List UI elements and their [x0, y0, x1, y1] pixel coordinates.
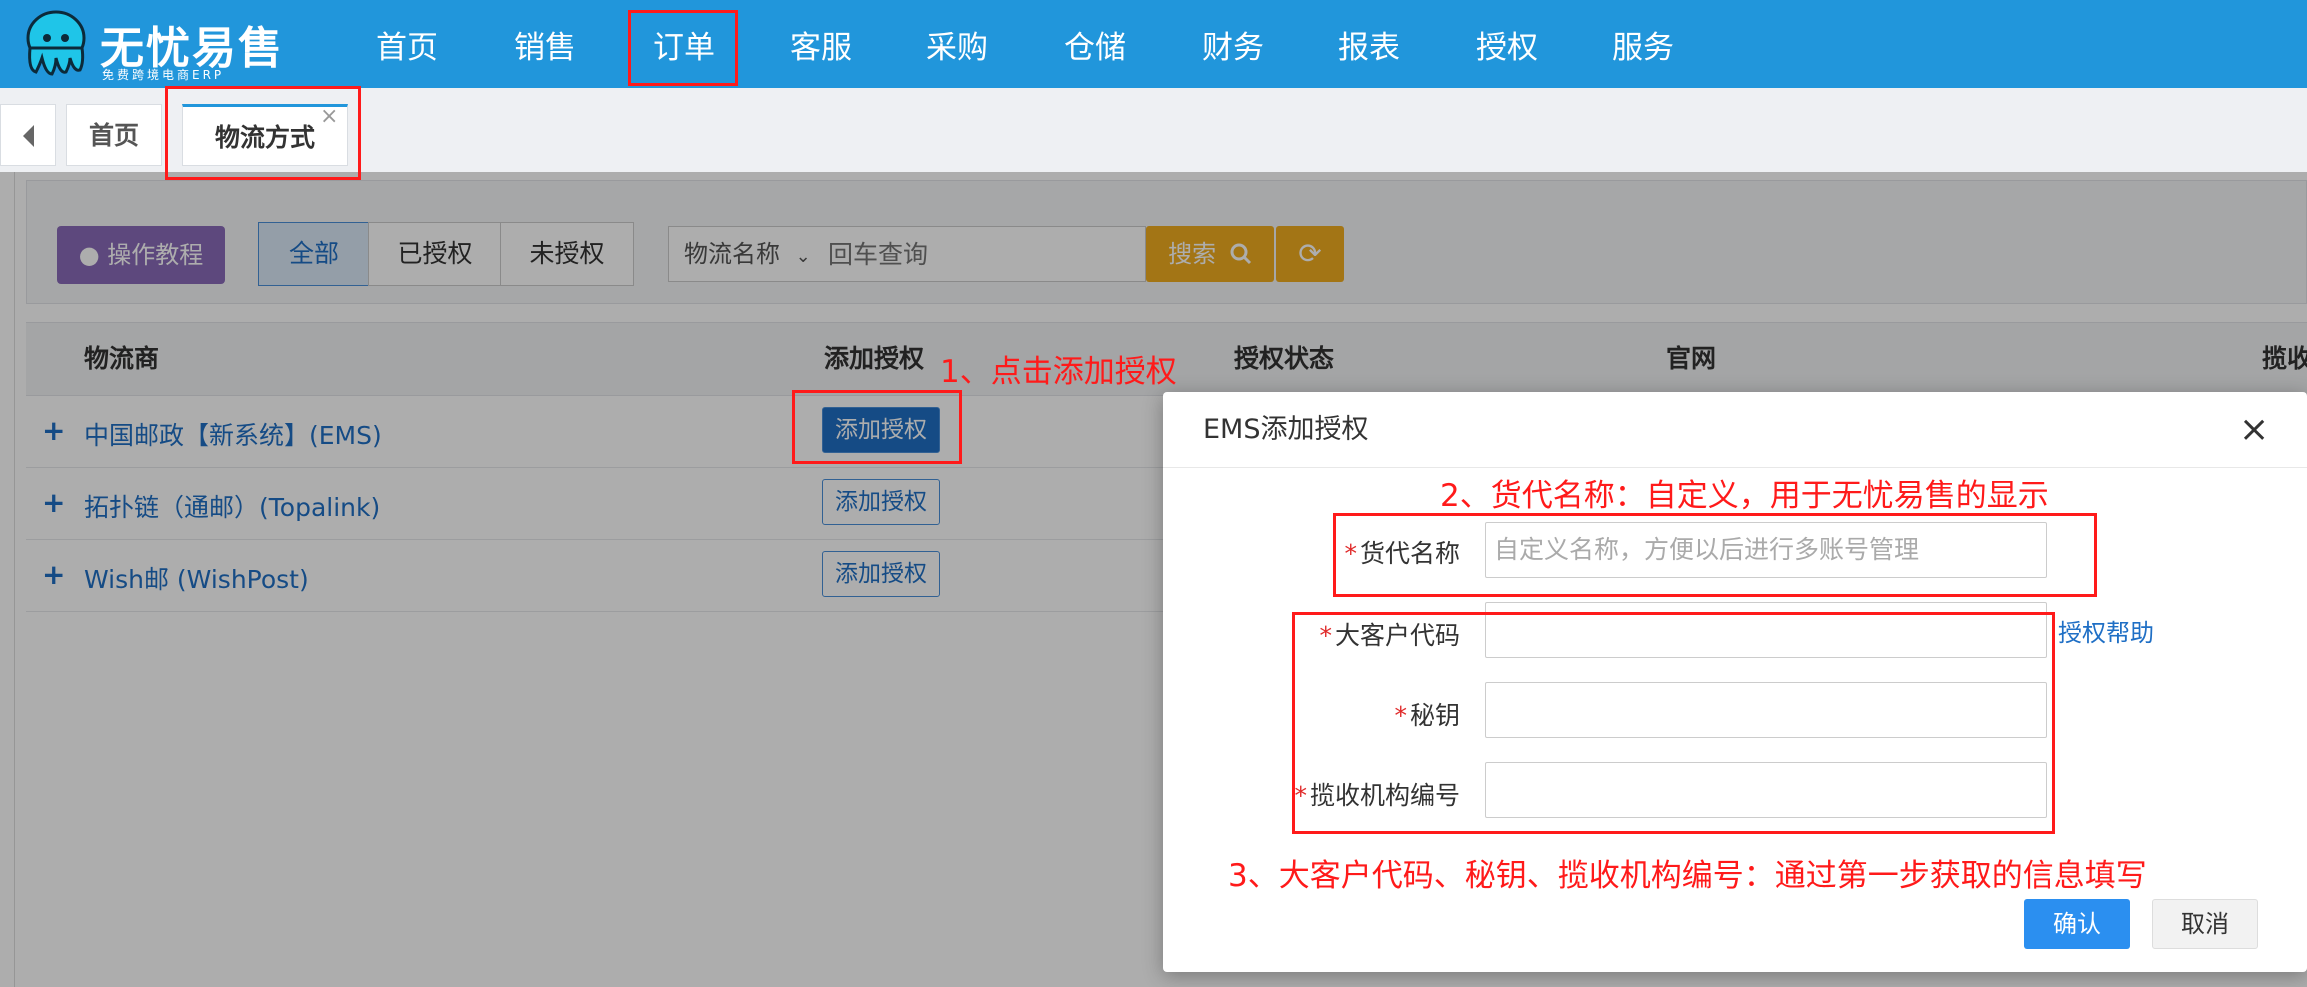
annotation-step2: 2、货代名称：自定义，用于无忧易售的显示 [1440, 478, 2049, 514]
tab-scroll-left-button[interactable] [0, 104, 56, 166]
nav-authorization[interactable]: 授权 [1462, 0, 1552, 88]
confirm-button[interactable]: 确认 [2024, 899, 2130, 949]
nav-home[interactable]: 首页 [362, 0, 452, 88]
highlight-forwarder-name [1333, 513, 2097, 597]
nav-warehouse[interactable]: 仓储 [1050, 0, 1140, 88]
nav-purchase[interactable]: 采购 [912, 0, 1002, 88]
octopus-logo-icon [26, 10, 86, 76]
auth-help-link[interactable]: 授权帮助 [2058, 613, 2154, 648]
nav-finance[interactable]: 财务 [1188, 0, 1278, 88]
nav-reports[interactable]: 报表 [1324, 0, 1414, 88]
nav-services[interactable]: 服务 [1598, 0, 1688, 88]
caret-left-icon [23, 125, 34, 147]
highlight-credential-fields [1292, 612, 2055, 834]
annotation-step1: 1、点击添加授权 [940, 354, 1177, 390]
tab-home[interactable]: 首页 [66, 104, 162, 166]
highlight-logistics-tab [165, 86, 361, 180]
nav-customer-service[interactable]: 客服 [776, 0, 866, 88]
annotation-step3: 3、大客户代码、秘钥、揽收机构编号：通过第一步获取的信息填写 [1228, 858, 2147, 894]
dialog-header: EMS添加授权 × [1163, 392, 2307, 468]
app-logo[interactable]: 无忧易售 免费跨境电商ERP [20, 8, 290, 84]
nav-sales[interactable]: 销售 [500, 0, 590, 88]
logo-subtitle: 免费跨境电商ERP [102, 68, 225, 82]
cancel-button[interactable]: 取消 [2152, 899, 2258, 949]
top-nav-bar: 无忧易售 免费跨境电商ERP 首页 销售 订单 客服 采购 仓储 财务 报表 授… [0, 0, 2307, 88]
highlight-orders-nav [628, 10, 738, 86]
close-icon[interactable]: × [2239, 392, 2269, 468]
dialog-title: EMS添加授权 [1203, 414, 1369, 445]
highlight-add-auth-button [792, 390, 962, 464]
